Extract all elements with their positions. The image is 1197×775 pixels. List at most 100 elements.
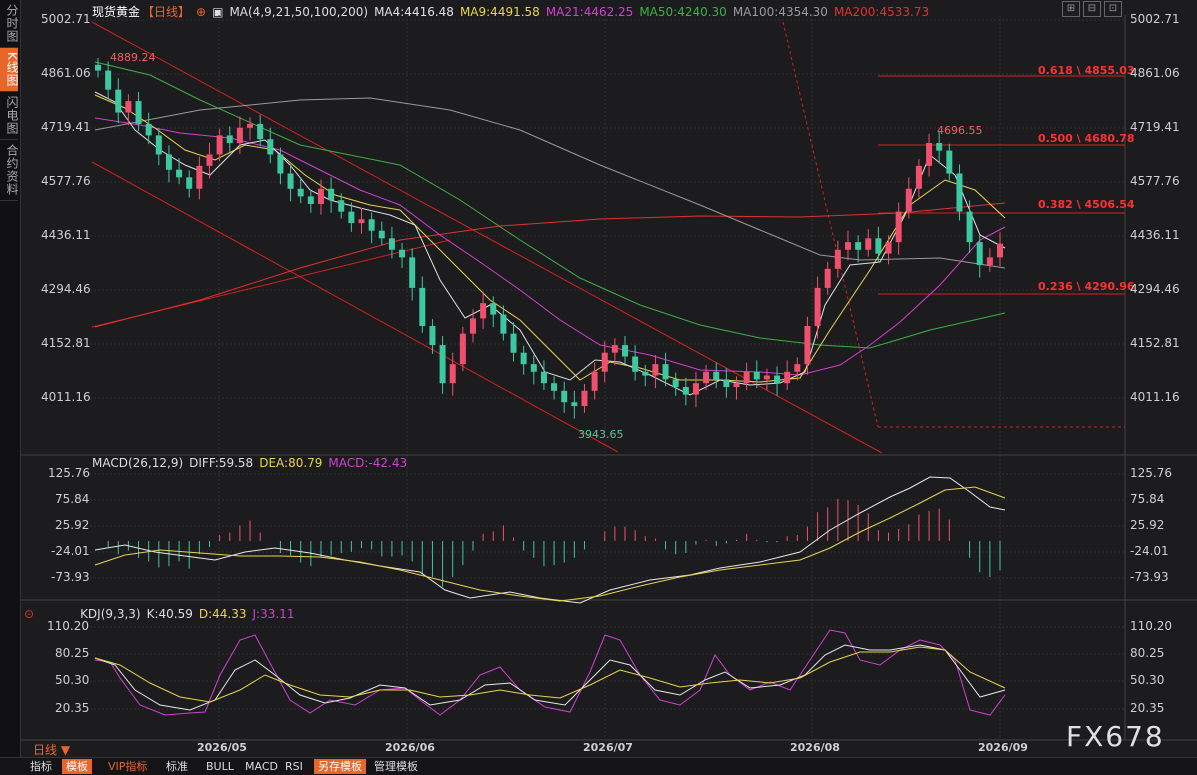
template-button[interactable]: 模板 (62, 759, 92, 774)
kdj-d: D:44.33 (198, 607, 247, 621)
candle-body (419, 287, 426, 327)
macd-button[interactable]: MACD (241, 759, 282, 774)
price-axis-right-4: 4436.11 (1130, 228, 1180, 242)
candle-body (632, 356, 639, 372)
candle-body (196, 165, 203, 189)
candle-body (257, 123, 264, 140)
period-selector[interactable]: 日线 ▼ (33, 741, 70, 758)
macd-axis-right-4: -73.93 (1130, 570, 1169, 584)
candle-body (530, 364, 537, 372)
candle-body (551, 383, 558, 391)
candle-body (226, 135, 233, 144)
candle-body (155, 135, 162, 155)
candle-body (774, 375, 781, 384)
candle-body (591, 371, 598, 391)
candle-body (500, 314, 507, 334)
candle-body (429, 326, 436, 346)
fib-0500-label: 0.500 \ 4680.78 (1038, 132, 1135, 145)
indicator-button[interactable]: 指标 (26, 759, 56, 774)
chart-canvas[interactable]: 4889.24 3943.65 4696.55 0.618 \ 4855.03 … (0, 0, 1197, 774)
candle-body (956, 173, 963, 212)
candle-body (287, 173, 294, 189)
candle-body (662, 364, 669, 380)
kdj-axis-left-1: 80.25 (55, 646, 90, 660)
candle-body (449, 364, 456, 384)
candle-body (743, 371, 750, 384)
candle-body (115, 89, 122, 113)
candle-body (601, 352, 608, 372)
candle-body (814, 287, 821, 327)
candle-body (571, 402, 578, 407)
candle-body (469, 318, 476, 334)
kdj-settings-icon[interactable]: ⊙ (24, 607, 34, 621)
price-axis-right-7: 4011.16 (1130, 390, 1180, 404)
candle-body (399, 249, 406, 258)
date-label-4: 2026/09 (978, 741, 1028, 754)
manage-template-button[interactable]: 管理模板 (370, 759, 422, 774)
watermark-logo: FX678 (1066, 720, 1165, 753)
candle-body (368, 219, 375, 231)
candle-body (753, 371, 760, 380)
candle-body (247, 123, 254, 128)
candle-body (125, 101, 132, 113)
low-annotation: 3943.65 (578, 428, 624, 441)
kdj-j: J:33.11 (252, 607, 295, 621)
standard-button[interactable]: 标准 (162, 759, 192, 774)
candle-body (439, 345, 446, 384)
candle-body (723, 379, 730, 388)
candle-body (976, 242, 983, 266)
candle-body (277, 154, 284, 174)
candle-body (905, 188, 912, 212)
price-axis-right-3: 4577.76 (1130, 174, 1180, 188)
macd-axis-left-1: 75.84 (55, 492, 90, 506)
candle-body (459, 333, 466, 365)
macd-axis-right-0: 125.76 (1130, 466, 1172, 480)
macd-axis-left-4: -73.93 (51, 570, 90, 584)
candle-body (763, 375, 770, 380)
kdj-axis-left-3: 20.35 (55, 701, 90, 715)
candle-body (510, 333, 517, 353)
fib-0382-label: 0.382 \ 4506.54 (1038, 198, 1135, 211)
candle-body (165, 154, 172, 170)
candle-body (966, 211, 973, 243)
candle-body (105, 70, 112, 90)
candle-body (480, 303, 487, 319)
candle-body (946, 150, 953, 174)
candle-body (642, 371, 649, 376)
bull-button[interactable]: BULL (202, 759, 238, 774)
candle-body (338, 200, 345, 212)
candle-body (186, 177, 193, 189)
candle-body (844, 242, 851, 250)
price-axis-right-2: 4719.41 (1130, 120, 1180, 134)
candle-body (834, 249, 841, 269)
candle-body (216, 135, 223, 155)
vip-indicator-button[interactable]: VIP指标 (104, 759, 151, 774)
candle-body (997, 243, 1003, 258)
candle-body (885, 242, 892, 254)
price-axis-left-7: 4011.16 (41, 390, 91, 404)
fib-0236-label: 0.236 \ 4290.96 (1038, 280, 1135, 293)
candle-body (490, 303, 497, 315)
candle-body (672, 379, 679, 388)
save-template-button[interactable]: 另存模板 (314, 759, 366, 774)
candle-body (297, 188, 304, 197)
price-axis-right-0: 5002.71 (1130, 12, 1180, 26)
price-axis-left-0: 5002.71 (41, 12, 91, 26)
candle-body (307, 196, 314, 205)
candle-body (176, 169, 183, 178)
candle-body (875, 238, 882, 254)
candle-body (855, 242, 862, 250)
kdj-axis-right-3: 20.35 (1130, 701, 1165, 715)
kdj-axis-right-1: 80.25 (1130, 646, 1165, 660)
rsi-button[interactable]: RSI (281, 759, 307, 774)
candle-body (703, 371, 710, 384)
high-annotation: 4889.24 (110, 51, 156, 64)
chart-window: 分时图 K线图 闪电图 合约资料 现货黄金 【日线】 ⊕ ▣ MA(4,9,21,50,… (0, 0, 1197, 775)
candle-body (267, 139, 274, 155)
candle-body (95, 64, 101, 71)
candle-body (733, 383, 740, 388)
candle-body (865, 238, 872, 250)
price-axis-left-2: 4719.41 (41, 120, 91, 134)
kdj-k: K:40.59 (146, 607, 193, 621)
macd-axis-left-3: -24.01 (51, 544, 90, 558)
